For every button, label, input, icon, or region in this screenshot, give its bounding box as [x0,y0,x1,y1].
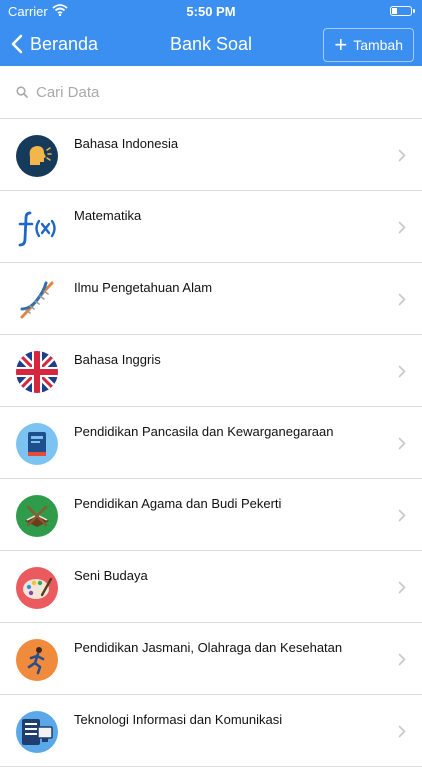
chevron-left-icon [11,34,23,54]
computer-icon [16,711,58,753]
chevron-right-icon [398,509,406,522]
search-bar [0,66,422,119]
list-item[interactable]: Bahasa Indonesia [0,119,422,191]
back-button[interactable]: Beranda [8,22,98,66]
navigation-bar: Beranda Bank Soal + Tambah [0,22,422,66]
list-item[interactable]: Pendidikan Jasmani, Olahraga dan Kesehat… [0,623,422,695]
paint-palette-icon [16,567,58,609]
chevron-right-icon [398,365,406,378]
list-item[interactable]: Ilmu Pengetahuan Alam [0,263,422,335]
runner-icon [16,639,58,681]
status-bar: Carrier 5:50 PM [0,0,422,22]
search-icon [16,86,28,98]
chevron-right-icon [398,293,406,306]
subject-list: Bahasa Indonesia Matematika Ilmu Pengeta… [0,119,422,767]
add-button-label: Tambah [353,37,403,53]
chevron-right-icon [398,653,406,666]
list-item[interactable]: Pendidikan Agama dan Budi Pekerti [0,479,422,551]
status-time: 5:50 PM [186,4,236,19]
list-item-label: Bahasa Inggris [74,352,161,367]
search-input[interactable] [34,78,408,106]
battery-icon [390,6,415,16]
function-fx-icon [16,207,58,249]
quran-icon [16,495,58,537]
list-item-label: Pendidikan Jasmani, Olahraga dan Kesehat… [74,640,343,655]
add-button[interactable]: + Tambah [323,28,414,62]
list-item[interactable]: Teknologi Informasi dan Komunikasi [0,695,422,767]
back-button-label: Beranda [30,33,99,54]
list-item[interactable]: Bahasa Inggris [0,335,422,407]
list-item[interactable]: Matematika [0,191,422,263]
chevron-right-icon [398,725,406,738]
list-item-label: Bahasa Indonesia [74,136,179,151]
list-item-label: Ilmu Pengetahuan Alam [74,280,213,295]
dna-icon [16,279,58,321]
chevron-right-icon [398,221,406,234]
uk-flag-icon [16,351,58,393]
book-icon [16,423,58,465]
chevron-right-icon [398,437,406,450]
list-item-label: Teknologi Informasi dan Komunikasi [74,712,283,727]
list-item[interactable]: Seni Budaya [0,551,422,623]
list-item-label: Matematika [74,208,142,223]
list-item-label: Pendidikan Agama dan Budi Pekerti [74,496,282,511]
speaking-head-icon [16,135,58,177]
plus-icon: + [334,32,348,57]
list-item-label: Pendidikan Pancasila dan Kewarganegaraan [74,424,334,439]
chevron-right-icon [398,581,406,594]
chevron-right-icon [398,149,406,162]
list-item[interactable]: Pendidikan Pancasila dan Kewarganegaraan [0,407,422,479]
list-item-label: Seni Budaya [74,568,148,583]
